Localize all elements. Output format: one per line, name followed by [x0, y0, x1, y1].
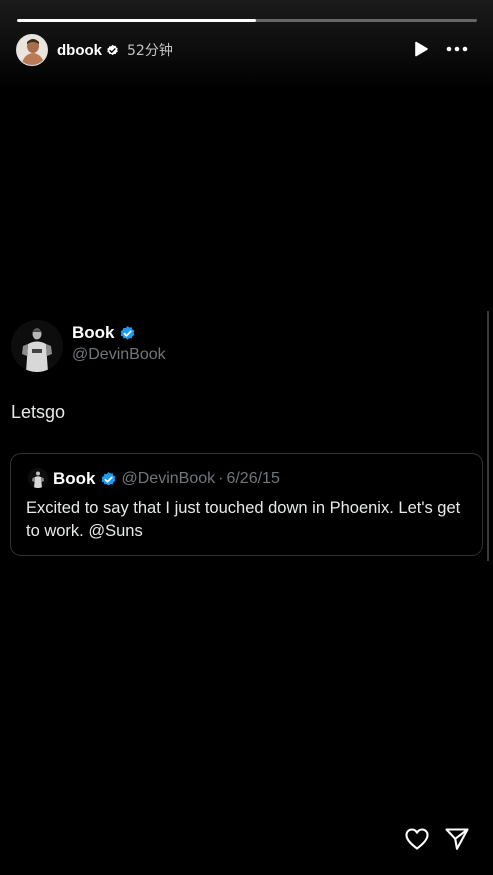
verified-badge-icon	[120, 325, 134, 340]
heart-icon[interactable]	[404, 826, 430, 852]
story-timestamp: 52分钟	[127, 43, 173, 59]
play-icon[interactable]	[412, 40, 430, 58]
tweet-author-name: Book	[72, 323, 115, 342]
quoted-author-name: Book	[53, 469, 96, 488]
tweet-body-text: Letsgo	[11, 402, 66, 422]
story-header: dbook 52分钟	[16, 33, 173, 67]
tweet-avatar-image	[11, 320, 63, 372]
more-horizontal-icon[interactable]	[445, 40, 469, 58]
verified-badge-icon	[107, 44, 118, 55]
quoted-date: 6/26/15	[226, 470, 280, 487]
avatar-image	[17, 35, 47, 65]
story-viewer[interactable]: dbook 52分钟 Book @DevinBook Letsgo Book @…	[0, 0, 493, 875]
quoted-tweet-avatar	[28, 468, 48, 488]
quoted-tweet-text: Excited to say that I just touched down …	[26, 499, 461, 540]
quoted-tweet-card: Book @DevinBook · 6/26/15 Excited to say…	[10, 453, 483, 556]
story-username[interactable]: dbook	[57, 42, 102, 59]
verified-badge-icon	[101, 471, 115, 486]
quoted-author-handle: @DevinBook	[121, 470, 216, 487]
tweet-edge-line	[487, 311, 489, 561]
quoted-avatar-image	[28, 468, 48, 488]
story-progress-bar	[17, 19, 477, 22]
quoted-separator: ·	[218, 470, 224, 487]
avatar[interactable]	[16, 34, 48, 66]
tweet-author-handle: @DevinBook	[72, 346, 166, 363]
send-icon[interactable]	[444, 826, 470, 852]
story-progress-fill	[17, 19, 257, 22]
tweet-author-name-row: Book	[72, 323, 136, 343]
quoted-tweet-header: Book @DevinBook · 6/26/15	[53, 469, 280, 489]
tweet-author-avatar	[11, 320, 63, 372]
